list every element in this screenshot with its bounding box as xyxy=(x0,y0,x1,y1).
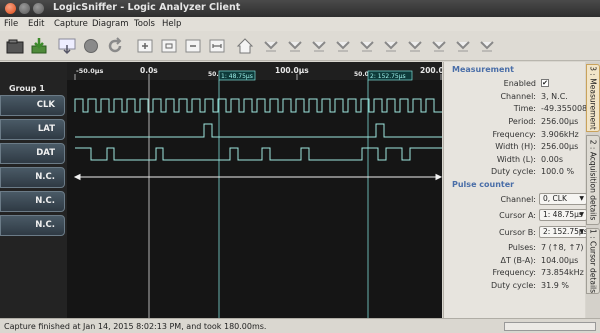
cursor-2-label: 2: 152.75μs xyxy=(370,73,406,80)
menu-capture[interactable]: Capture xyxy=(54,19,88,29)
delta-t-label: ΔT (B-A): xyxy=(500,256,536,265)
width-high-value: 256.00μs xyxy=(541,142,579,151)
menu-edit[interactable]: Edit xyxy=(28,19,44,29)
menu-bar: File Edit Capture Diagram Tools Help xyxy=(0,17,600,31)
pulse-channel-select[interactable]: 0, CLK ▼ xyxy=(539,193,587,205)
cursor-a-label: Cursor A: xyxy=(499,211,536,220)
capture-icon[interactable] xyxy=(58,37,76,55)
goto-cursor-3-icon[interactable] xyxy=(310,37,328,55)
home-icon[interactable] xyxy=(236,37,254,55)
channel-value: 3, N.C. xyxy=(541,92,568,101)
cursor-a-value: 1: 48.75μs xyxy=(543,210,583,219)
menu-help[interactable]: Help xyxy=(162,19,181,29)
status-bar: Capture finished at Jan 14, 2015 8:02:13… xyxy=(0,318,600,333)
chevron-down-icon: ▼ xyxy=(579,211,584,218)
tab-cursor-details[interactable]: 1 : Cursor details xyxy=(586,228,600,294)
enabled-checkbox[interactable]: ✔ xyxy=(541,79,549,87)
stop-icon[interactable] xyxy=(82,37,100,55)
duty-cycle-value: 100.0 % xyxy=(541,167,575,176)
signal-area-bg xyxy=(67,62,442,318)
tab-acquisition-details[interactable]: 2 : Acquisition details xyxy=(586,135,600,225)
chevron-down-icon: ▼ xyxy=(579,228,584,235)
pulse-frequency-label: Frequency: xyxy=(492,268,536,277)
timeline-label: 0.0s xyxy=(140,66,158,75)
minimize-icon[interactable] xyxy=(19,3,30,14)
channel-label: Channel: xyxy=(500,92,536,101)
goto-cursor-5-icon[interactable] xyxy=(358,37,376,55)
status-text: Capture finished at Jan 14, 2015 8:02:13… xyxy=(4,322,267,331)
zoom-fit-icon[interactable] xyxy=(208,37,226,55)
maximize-icon[interactable] xyxy=(33,3,44,14)
goto-cursor-8-icon[interactable] xyxy=(430,37,448,55)
goto-cursor-9-icon[interactable] xyxy=(454,37,472,55)
pulse-duty-cycle-value: 31.9 % xyxy=(541,281,569,290)
enabled-label: Enabled xyxy=(503,79,536,88)
measurement-panel: Measurement Enabled ✔ Channel: 3, N.C. T… xyxy=(443,62,600,318)
goto-cursor-2-icon[interactable] xyxy=(286,37,304,55)
toolbar xyxy=(0,31,600,61)
cursor-1-label: 1: 48.75μs xyxy=(221,73,253,80)
menu-file[interactable]: File xyxy=(4,19,18,29)
goto-cursor-10-icon[interactable] xyxy=(478,37,496,55)
chevron-down-icon: ▼ xyxy=(579,195,584,202)
timeline-label: 50.0 xyxy=(354,71,369,78)
goto-cursor-1-icon[interactable] xyxy=(262,37,280,55)
width-low-label: Width (L): xyxy=(496,155,536,164)
zoom-default-icon[interactable] xyxy=(160,37,178,55)
cursor-b-label: Cursor B: xyxy=(498,228,536,237)
delta-t-value: 104.00μs xyxy=(541,256,579,265)
period-label: Period: xyxy=(508,117,536,126)
timeline-label: 100.0μs xyxy=(275,66,309,75)
pulse-counter-heading: Pulse counter xyxy=(452,180,515,189)
close-icon[interactable] xyxy=(5,3,16,14)
zoom-out-icon[interactable] xyxy=(184,37,202,55)
pulses-value: 7 (↑8, ↑7) xyxy=(541,243,584,252)
goto-cursor-6-icon[interactable] xyxy=(382,37,400,55)
pulse-frequency-value: 73.854kHz xyxy=(541,268,584,277)
goto-cursor-4-icon[interactable] xyxy=(334,37,352,55)
signal-view[interactable]: -50.0μs 0.0s 50.0 100.0μs 50.0 200.0 1: … xyxy=(0,62,442,318)
cursor-a-select[interactable]: 1: 48.75μs ▼ xyxy=(539,209,587,221)
progress-bar xyxy=(504,322,596,331)
period-value: 256.00μs xyxy=(541,117,579,126)
pulse-channel-value: 0, CLK xyxy=(543,194,567,203)
pulse-duty-cycle-label: Duty cycle: xyxy=(490,281,536,290)
zoom-in-icon[interactable] xyxy=(136,37,154,55)
window-title: LogicSniffer - Logic Analyzer Client xyxy=(53,2,241,13)
pulses-label: Pulses: xyxy=(508,243,536,252)
measurement-heading: Measurement xyxy=(452,65,514,74)
tab-measurement[interactable]: 3 : Measurement xyxy=(586,64,600,132)
menu-tools[interactable]: Tools xyxy=(134,19,155,29)
time-label: Time: xyxy=(513,104,536,113)
timeline-label: -50.0μs xyxy=(76,67,104,75)
duty-cycle-label: Duty cycle: xyxy=(490,167,536,176)
timeline-label: 200.0 xyxy=(420,66,442,75)
width-high-label: Width (H): xyxy=(495,142,536,151)
save-icon[interactable] xyxy=(30,37,48,55)
frequency-label: Frequency: xyxy=(492,130,536,139)
frequency-value: 3.906kHz xyxy=(541,130,579,139)
cursor-b-select[interactable]: 2: 152.75μs ▼ xyxy=(539,226,587,238)
menu-diagram[interactable]: Diagram xyxy=(92,19,129,29)
goto-cursor-7-icon[interactable] xyxy=(406,37,424,55)
title-bar: LogicSniffer - Logic Analyzer Client xyxy=(0,0,600,17)
open-file-icon[interactable] xyxy=(6,37,24,55)
repeat-capture-icon[interactable] xyxy=(106,37,124,55)
side-tab-strip: 3 : Measurement 2 : Acquisition details … xyxy=(586,62,600,318)
width-low-value: 0.00s xyxy=(541,155,563,164)
pulse-channel-label: Channel: xyxy=(500,195,536,204)
